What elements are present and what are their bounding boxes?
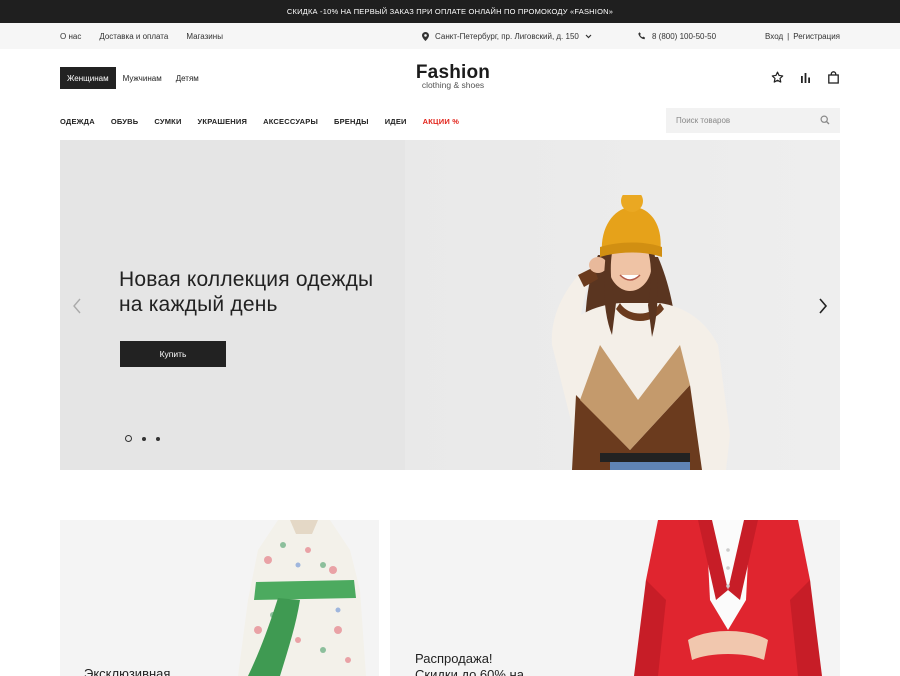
info-links: О нас Доставка и оплата Магазины bbox=[60, 23, 223, 49]
promo-title-sale: Распродажа! Скидки до 60% на bbox=[415, 651, 524, 676]
buy-button[interactable]: Купить bbox=[120, 341, 226, 367]
chevron-right-icon[interactable] bbox=[818, 298, 828, 319]
nav-bags[interactable]: СУМКИ bbox=[154, 117, 181, 126]
utility-bar: О нас Доставка и оплата Магазины Санкт-П… bbox=[0, 23, 900, 49]
promo-card-exclusive[interactable]: Эксклюзивная bbox=[60, 520, 379, 676]
phone-number: 8 (800) 100-50-50 bbox=[652, 31, 717, 41]
tab-women[interactable]: Женщинам bbox=[60, 67, 116, 89]
nav-brands[interactable]: БРЕНДЫ bbox=[334, 117, 369, 126]
site-header: Женщинам Мужчинам Детям Fashion clothing… bbox=[0, 49, 900, 107]
stores-link[interactable]: Магазины bbox=[186, 32, 223, 41]
star-icon[interactable] bbox=[771, 71, 784, 84]
slider-dot-3[interactable] bbox=[156, 436, 160, 441]
city-selector[interactable]: Санкт-Петербург, пр. Лиговский, д. 150 bbox=[422, 23, 592, 49]
nav-sale[interactable]: АКЦИИ % bbox=[423, 117, 459, 126]
search-placeholder: Поиск товаров bbox=[676, 116, 731, 125]
about-link[interactable]: О нас bbox=[60, 32, 81, 41]
auth-links: Вход | Регистрация bbox=[765, 23, 840, 49]
nav-ideas[interactable]: ИДЕИ bbox=[385, 117, 407, 126]
hero-title: Новая коллекция одежды на каждый день bbox=[119, 267, 373, 317]
register-link[interactable]: Регистрация bbox=[793, 32, 840, 41]
promo-title-exclusive: Эксклюзивная bbox=[84, 666, 170, 676]
slider-dot-1[interactable] bbox=[125, 435, 132, 442]
compare-icon[interactable] bbox=[799, 71, 812, 84]
auth-separator: | bbox=[787, 31, 790, 41]
promo-banner: СКИДКА -10% НА ПЕРВЫЙ ЗАКАЗ ПРИ ОПЛАТЕ О… bbox=[0, 0, 900, 23]
site-logo[interactable]: Fashion clothing & shoes bbox=[408, 63, 498, 90]
search-icon[interactable] bbox=[820, 114, 830, 127]
nav-clothing[interactable]: ОДЕЖДА bbox=[60, 117, 95, 126]
nav-accessories[interactable]: АКСЕССУАРЫ bbox=[263, 117, 318, 126]
search-input[interactable]: Поиск товаров bbox=[666, 108, 840, 133]
delivery-link[interactable]: Доставка и оплата bbox=[99, 32, 168, 41]
chevron-left-icon[interactable] bbox=[72, 298, 82, 319]
city-address: Санкт-Петербург, пр. Лиговский, д. 150 bbox=[435, 31, 579, 41]
hero-slider: Новая коллекция одежды на каждый день Ку… bbox=[60, 140, 840, 470]
chevron-down-icon bbox=[585, 34, 592, 39]
promo-exclusive-line1: Эксклюзивная bbox=[84, 666, 171, 676]
nav-jewelry[interactable]: УКРАШЕНИЯ bbox=[198, 117, 248, 126]
dress-image bbox=[238, 520, 366, 676]
hero-model-image bbox=[551, 195, 730, 470]
slider-dot-2[interactable] bbox=[142, 436, 146, 441]
gender-tabs: Женщинам Мужчинам Детям bbox=[60, 67, 206, 89]
red-jacket-image bbox=[634, 520, 822, 676]
promo-card-sale[interactable]: Распродажа! Скидки до 60% на bbox=[390, 520, 840, 676]
nav-shoes[interactable]: ОБУВЬ bbox=[111, 117, 139, 126]
bag-icon[interactable] bbox=[827, 71, 840, 84]
hero-title-line2: на каждый день bbox=[119, 293, 278, 316]
slider-dots bbox=[125, 435, 160, 442]
hero-title-line1: Новая коллекция одежды bbox=[119, 268, 374, 291]
promo-sale-line2: Скидки до 60% на bbox=[415, 667, 524, 676]
login-link[interactable]: Вход bbox=[765, 32, 783, 41]
phone-icon bbox=[638, 32, 646, 40]
phone-contact[interactable]: 8 (800) 100-50-50 bbox=[638, 23, 716, 49]
tab-kids[interactable]: Детям bbox=[169, 67, 206, 89]
header-icons bbox=[771, 71, 840, 84]
tab-men[interactable]: Мужчинам bbox=[116, 67, 169, 89]
promo-sale-line1: Распродажа! bbox=[415, 651, 493, 666]
location-pin-icon bbox=[422, 31, 429, 41]
main-nav: ОДЕЖДА ОБУВЬ СУМКИ УКРАШЕНИЯ АКСЕССУАРЫ … bbox=[60, 107, 459, 135]
